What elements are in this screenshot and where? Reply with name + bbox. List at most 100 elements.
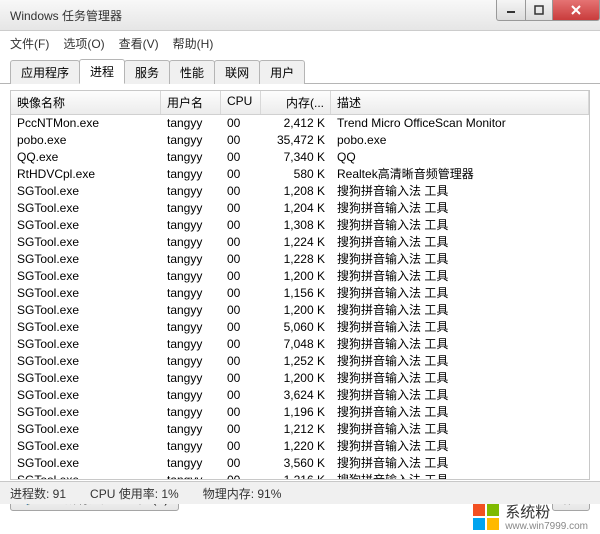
cell-cpu: 00: [221, 421, 261, 438]
cell-cpu: 00: [221, 132, 261, 149]
cell-user: tangyy: [161, 132, 221, 149]
table-row[interactable]: SGTool.exetangyy001,196 K搜狗拼音输入法 工具: [11, 404, 589, 421]
cell-mem: 1,216 K: [261, 472, 331, 479]
cell-desc: 搜狗拼音输入法 工具: [331, 370, 589, 387]
maximize-icon: [534, 5, 544, 15]
table-row[interactable]: pobo.exetangyy0035,472 Kpobo.exe: [11, 132, 589, 149]
close-icon: [570, 5, 582, 15]
cell-name: RtHDVCpl.exe: [11, 166, 161, 183]
table-row[interactable]: SGTool.exetangyy001,200 K搜狗拼音输入法 工具: [11, 302, 589, 319]
table-row[interactable]: RtHDVCpl.exetangyy00580 KRealtek高清晰音频管理器: [11, 166, 589, 183]
minimize-button[interactable]: [496, 0, 526, 21]
cell-mem: 35,472 K: [261, 132, 331, 149]
col-image-name[interactable]: 映像名称: [11, 91, 161, 114]
col-memory[interactable]: 内存(...: [261, 91, 331, 114]
table-row[interactable]: QQ.exetangyy007,340 KQQ: [11, 149, 589, 166]
status-process-count: 进程数: 91: [10, 485, 66, 502]
cell-mem: 1,252 K: [261, 353, 331, 370]
tab-performance[interactable]: 性能: [169, 60, 215, 84]
cell-user: tangyy: [161, 455, 221, 472]
cell-cpu: 00: [221, 455, 261, 472]
table-row[interactable]: SGTool.exetangyy007,048 K搜狗拼音输入法 工具: [11, 336, 589, 353]
cell-name: pobo.exe: [11, 132, 161, 149]
menu-file[interactable]: 文件(F): [10, 35, 49, 52]
cell-name: SGTool.exe: [11, 251, 161, 268]
cell-mem: 5,060 K: [261, 319, 331, 336]
minimize-icon: [506, 5, 516, 15]
table-row[interactable]: PccNTMon.exetangyy002,412 KTrend Micro O…: [11, 115, 589, 132]
maximize-button[interactable]: [526, 0, 553, 21]
close-button[interactable]: [553, 0, 600, 21]
menu-view[interactable]: 查看(V): [119, 35, 159, 52]
cell-cpu: 00: [221, 115, 261, 132]
cell-user: tangyy: [161, 166, 221, 183]
table-row[interactable]: SGTool.exetangyy003,624 K搜狗拼音输入法 工具: [11, 387, 589, 404]
cell-mem: 1,156 K: [261, 285, 331, 302]
table-row[interactable]: SGTool.exetangyy001,252 K搜狗拼音输入法 工具: [11, 353, 589, 370]
cell-user: tangyy: [161, 200, 221, 217]
status-cpu-usage: CPU 使用率: 1%: [90, 485, 179, 502]
col-description[interactable]: 描述: [331, 91, 589, 114]
tab-users[interactable]: 用户: [259, 60, 305, 84]
cell-name: SGTool.exe: [11, 455, 161, 472]
cell-desc: 搜狗拼音输入法 工具: [331, 268, 589, 285]
table-row[interactable]: SGTool.exetangyy001,212 K搜狗拼音输入法 工具: [11, 421, 589, 438]
table-row[interactable]: SGTool.exetangyy001,228 K搜狗拼音输入法 工具: [11, 251, 589, 268]
watermark-brand: 系统粉: [505, 504, 550, 521]
cell-name: SGTool.exe: [11, 387, 161, 404]
cell-desc: 搜狗拼音输入法 工具: [331, 404, 589, 421]
cell-mem: 1,208 K: [261, 183, 331, 200]
cell-name: SGTool.exe: [11, 421, 161, 438]
cell-name: SGTool.exe: [11, 200, 161, 217]
table-row[interactable]: SGTool.exetangyy001,156 K搜狗拼音输入法 工具: [11, 285, 589, 302]
cell-desc: 搜狗拼音输入法 工具: [331, 438, 589, 455]
cell-desc: 搜狗拼音输入法 工具: [331, 251, 589, 268]
cell-user: tangyy: [161, 268, 221, 285]
table-row[interactable]: SGTool.exetangyy001,224 K搜狗拼音输入法 工具: [11, 234, 589, 251]
cell-mem: 3,560 K: [261, 455, 331, 472]
cell-cpu: 00: [221, 183, 261, 200]
cell-user: tangyy: [161, 421, 221, 438]
cell-mem: 1,228 K: [261, 251, 331, 268]
menu-options[interactable]: 选项(O): [63, 35, 104, 52]
col-user[interactable]: 用户名: [161, 91, 221, 114]
cell-cpu: 00: [221, 302, 261, 319]
cell-desc: QQ: [331, 149, 589, 166]
table-row[interactable]: SGTool.exetangyy001,216 K搜狗拼音输入法 工具: [11, 472, 589, 479]
cell-desc: 搜狗拼音输入法 工具: [331, 455, 589, 472]
cell-cpu: 00: [221, 438, 261, 455]
table-row[interactable]: SGTool.exetangyy001,200 K搜狗拼音输入法 工具: [11, 268, 589, 285]
cell-mem: 7,048 K: [261, 336, 331, 353]
tab-services[interactable]: 服务: [124, 60, 170, 84]
menu-bar: 文件(F) 选项(O) 查看(V) 帮助(H): [0, 31, 600, 53]
cell-name: SGTool.exe: [11, 472, 161, 479]
process-list[interactable]: 映像名称 用户名 CPU 内存(... 描述 PccNTMon.exetangy…: [10, 90, 590, 480]
table-row[interactable]: SGTool.exetangyy003,560 K搜狗拼音输入法 工具: [11, 455, 589, 472]
window-title: Windows 任务管理器: [10, 7, 122, 24]
table-row[interactable]: SGTool.exetangyy001,220 K搜狗拼音输入法 工具: [11, 438, 589, 455]
table-row[interactable]: SGTool.exetangyy001,200 K搜狗拼音输入法 工具: [11, 370, 589, 387]
watermark-logo-icon: [473, 504, 499, 530]
title-bar[interactable]: Windows 任务管理器: [0, 0, 600, 31]
cell-desc: 搜狗拼音输入法 工具: [331, 183, 589, 200]
table-row[interactable]: SGTool.exetangyy001,208 K搜狗拼音输入法 工具: [11, 183, 589, 200]
cell-user: tangyy: [161, 472, 221, 479]
tab-processes[interactable]: 进程: [79, 59, 125, 84]
tab-networking[interactable]: 联网: [214, 60, 260, 84]
table-row[interactable]: SGTool.exetangyy001,308 K搜狗拼音输入法 工具: [11, 217, 589, 234]
cell-name: SGTool.exe: [11, 268, 161, 285]
table-row[interactable]: SGTool.exetangyy001,204 K搜狗拼音输入法 工具: [11, 200, 589, 217]
cell-cpu: 00: [221, 404, 261, 421]
cell-user: tangyy: [161, 183, 221, 200]
cell-name: SGTool.exe: [11, 353, 161, 370]
cell-cpu: 00: [221, 234, 261, 251]
tab-applications[interactable]: 应用程序: [10, 60, 80, 84]
cell-user: tangyy: [161, 370, 221, 387]
menu-help[interactable]: 帮助(H): [173, 35, 214, 52]
table-row[interactable]: SGTool.exetangyy005,060 K搜狗拼音输入法 工具: [11, 319, 589, 336]
cell-user: tangyy: [161, 438, 221, 455]
cell-name: SGTool.exe: [11, 234, 161, 251]
col-cpu[interactable]: CPU: [221, 91, 261, 114]
cell-desc: 搜狗拼音输入法 工具: [331, 200, 589, 217]
cell-cpu: 00: [221, 200, 261, 217]
